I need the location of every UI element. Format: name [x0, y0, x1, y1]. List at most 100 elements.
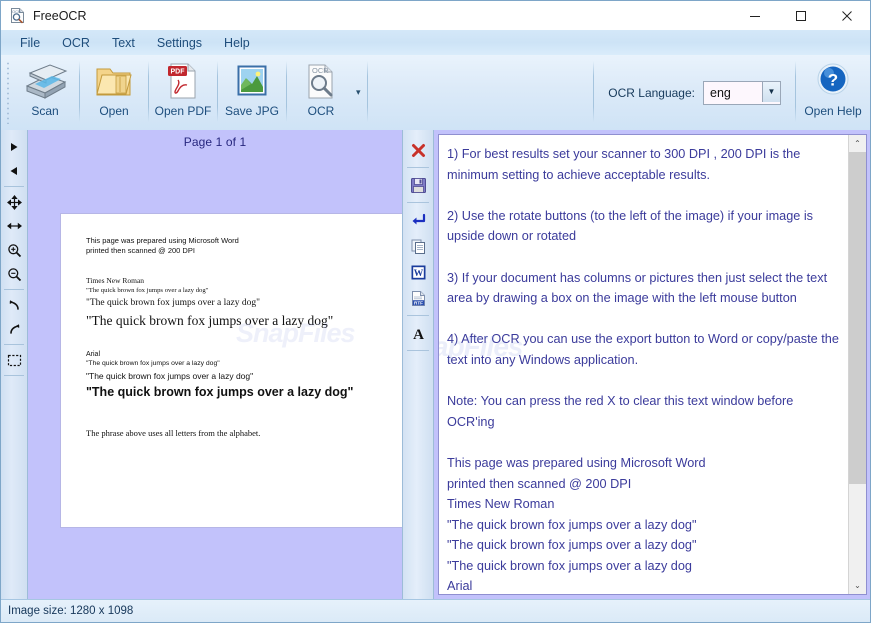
- doc-footer-line: The phrase above uses all letters from t…: [86, 428, 261, 438]
- pan-tool-button[interactable]: [3, 190, 25, 214]
- save-jpg-label: Save JPG: [224, 104, 280, 118]
- doc-sample-line: "The quick brown fox jumps over a lazy d…: [86, 360, 220, 367]
- zoom-out-button[interactable]: [3, 262, 25, 286]
- menu-file[interactable]: File: [11, 33, 49, 53]
- open-label: Open: [99, 104, 129, 118]
- open-help-button[interactable]: ? Open Help: [796, 55, 870, 130]
- svg-text:PDF: PDF: [171, 69, 186, 76]
- previous-page-button[interactable]: [3, 159, 25, 183]
- ocr-language-label: OCR Language:: [608, 85, 695, 100]
- svg-text:RTF: RTF: [414, 300, 423, 305]
- scanned-page-content: This page was prepared using Microsoft W…: [61, 214, 402, 438]
- ocr-label: OCR: [307, 104, 335, 118]
- question-mark-icon: ?: [814, 61, 852, 101]
- maximize-button[interactable]: [778, 1, 824, 30]
- doc-font-name-times: Times New Roman: [86, 276, 145, 285]
- change-font-button[interactable]: A: [406, 320, 430, 346]
- open-button[interactable]: Open: [80, 55, 148, 130]
- next-page-button[interactable]: [3, 135, 25, 159]
- scanner-icon: [21, 61, 69, 101]
- menu-ocr[interactable]: OCR: [53, 33, 99, 53]
- scroll-thumb[interactable]: [849, 152, 866, 484]
- open-help-label: Open Help: [804, 104, 862, 118]
- chevron-down-icon[interactable]: ▼: [762, 81, 780, 102]
- image-file-icon: [234, 61, 270, 101]
- svg-text:?: ?: [828, 71, 838, 90]
- rotate-left-button[interactable]: [3, 293, 25, 317]
- open-pdf-label: Open PDF: [154, 104, 212, 118]
- tool-separator: [4, 289, 24, 290]
- save-text-button[interactable]: [406, 172, 430, 198]
- tool-separator: [407, 202, 429, 203]
- scan-label: Scan: [31, 104, 59, 118]
- doc-font-name-arial: Arial: [86, 351, 101, 358]
- tool-separator: [407, 167, 429, 168]
- copy-text-button[interactable]: [406, 233, 430, 259]
- svg-text:W: W: [413, 269, 423, 279]
- tool-separator: [4, 344, 24, 345]
- pdf-file-icon: PDF: [166, 61, 200, 101]
- menu-bar: File OCR Text Settings Help: [1, 30, 870, 56]
- doc-sample-line: "The quick brown fox jumps over a lazy d…: [86, 371, 254, 381]
- tool-separator: [4, 375, 24, 376]
- doc-sample-line: "The quick brown fox jumps over a lazy d…: [86, 385, 354, 399]
- select-area-button[interactable]: [3, 348, 25, 372]
- scroll-track[interactable]: [849, 152, 866, 577]
- export-word-button[interactable]: W: [406, 259, 430, 285]
- page-indicator: Page 1 of 1: [183, 135, 247, 149]
- tool-separator: [407, 350, 429, 351]
- close-button[interactable]: [824, 1, 870, 30]
- toolbar: Scan Open PDF Open PDF Save JPG OCR OCR …: [1, 55, 870, 131]
- clear-text-button[interactable]: [406, 137, 430, 163]
- scan-button[interactable]: Scan: [11, 55, 79, 130]
- scroll-up-button[interactable]: ⌃: [849, 135, 866, 152]
- tool-separator: [4, 186, 24, 187]
- insert-newline-button[interactable]: [406, 207, 430, 233]
- doc-header-line-2: printed then scanned @ 200 DPI: [86, 246, 195, 255]
- scroll-down-button[interactable]: ⌄: [849, 577, 866, 594]
- ocr-text-panel: 1) For best results set your scanner to …: [434, 130, 870, 600]
- folder-open-icon: [94, 61, 134, 101]
- zoom-in-button[interactable]: [3, 238, 25, 262]
- menu-settings[interactable]: Settings: [148, 33, 211, 53]
- menu-text[interactable]: Text: [103, 33, 144, 53]
- window-controls: [732, 1, 870, 30]
- toolbar-grip[interactable]: [4, 61, 11, 124]
- minimize-button[interactable]: [732, 1, 778, 30]
- text-vertical-scrollbar[interactable]: ⌃ ⌄: [848, 135, 866, 594]
- doc-sample-line: "The quick brown fox jumps over a lazy d…: [86, 313, 334, 328]
- window-title: FreeOCR: [33, 8, 87, 23]
- image-size-status: Image size: 1280 x 1098: [8, 605, 134, 617]
- ocr-text-content[interactable]: 1) For best results set your scanner to …: [439, 135, 848, 594]
- open-pdf-button[interactable]: PDF Open PDF: [149, 55, 217, 130]
- ocr-language-group: OCR Language: eng ▼: [594, 55, 795, 130]
- svg-text:OCR: OCR: [12, 9, 21, 14]
- freeocr-window: OCR FreeOCR File OCR Text Settings Help: [0, 0, 871, 623]
- export-rtf-button[interactable]: RTF: [406, 285, 430, 311]
- doc-header-line-1: This page was prepared using Microsoft W…: [86, 236, 239, 245]
- status-bar: Image size: 1280 x 1098: [1, 599, 870, 622]
- svg-text:A: A: [413, 327, 424, 342]
- doc-section-arial: Arial "The quick brown fox jumps over a …: [86, 351, 402, 402]
- ocr-button[interactable]: OCR OCR: [287, 55, 355, 130]
- main-area: Page 1 of 1 This page was prepared using…: [1, 130, 870, 600]
- text-tool-strip: W RTF A: [403, 130, 434, 600]
- fit-width-button[interactable]: [3, 214, 25, 238]
- doc-section-times: Times New Roman "The quick brown fox jum…: [86, 276, 402, 331]
- ocr-language-select[interactable]: eng ▼: [703, 80, 781, 105]
- tool-separator: [407, 315, 429, 316]
- ocr-dropdown-arrow[interactable]: ▾: [355, 55, 367, 130]
- ocr-magnifier-icon: OCR: [304, 61, 338, 101]
- ocr-text-box[interactable]: 1) For best results set your scanner to …: [438, 134, 867, 595]
- image-preview-panel[interactable]: Page 1 of 1 This page was prepared using…: [28, 130, 403, 600]
- ocr-document-icon: OCR: [9, 7, 26, 24]
- svg-text:OCR: OCR: [312, 66, 329, 75]
- ocr-language-value: eng: [710, 85, 731, 100]
- title-bar: OCR FreeOCR: [1, 1, 870, 31]
- title-bar-left: OCR FreeOCR: [1, 7, 732, 24]
- scanned-page[interactable]: This page was prepared using Microsoft W…: [61, 214, 402, 527]
- menu-help[interactable]: Help: [215, 33, 259, 53]
- rotate-right-button[interactable]: [3, 317, 25, 341]
- save-jpg-button[interactable]: Save JPG: [218, 55, 286, 130]
